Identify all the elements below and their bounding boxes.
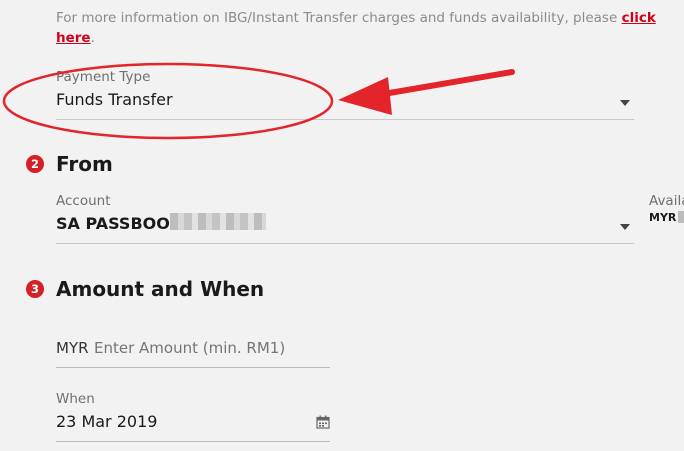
account-value: SA PASSBOOK [56, 214, 183, 233]
when-underline [56, 441, 330, 442]
account-select[interactable]: Account SA PASSBOOK [56, 193, 634, 245]
redacted-balance [678, 211, 684, 223]
click-here-link-part1[interactable]: click [622, 10, 656, 26]
amount-field: MYR [56, 337, 330, 369]
step-badge-3: 3 [26, 280, 44, 298]
amount-section-title: Amount and When [56, 277, 265, 301]
amount-currency: MYR [56, 339, 89, 357]
amount-input[interactable] [94, 337, 324, 359]
info-text: For more information on IBG/Instant Tran… [56, 10, 656, 26]
annotation-arrow-shaft [369, 69, 515, 99]
when-value: 23 Mar 2019 [56, 412, 158, 431]
redacted-account-number [170, 213, 266, 230]
step-badge-2: 2 [26, 155, 44, 173]
when-label: When [56, 391, 95, 407]
annotation-overlay [2, 62, 515, 140]
account-underline [56, 243, 634, 244]
annotation-arrow-head [338, 77, 392, 115]
available-balance-currency: MYR [649, 211, 677, 224]
from-section-title: From [56, 152, 113, 176]
available-balance-label: Availa [649, 193, 684, 209]
amount-underline [56, 367, 330, 368]
chevron-down-icon[interactable] [620, 100, 630, 106]
calendar-icon[interactable] [316, 415, 330, 429]
when-date-field[interactable]: When 23 Mar 2019 [56, 391, 330, 443]
chevron-down-icon[interactable] [620, 224, 630, 230]
account-label: Account [56, 193, 111, 209]
click-here-link-part2[interactable]: here [56, 30, 91, 46]
highlight-ellipse [2, 62, 334, 140]
info-text-line2: here. [56, 30, 95, 46]
